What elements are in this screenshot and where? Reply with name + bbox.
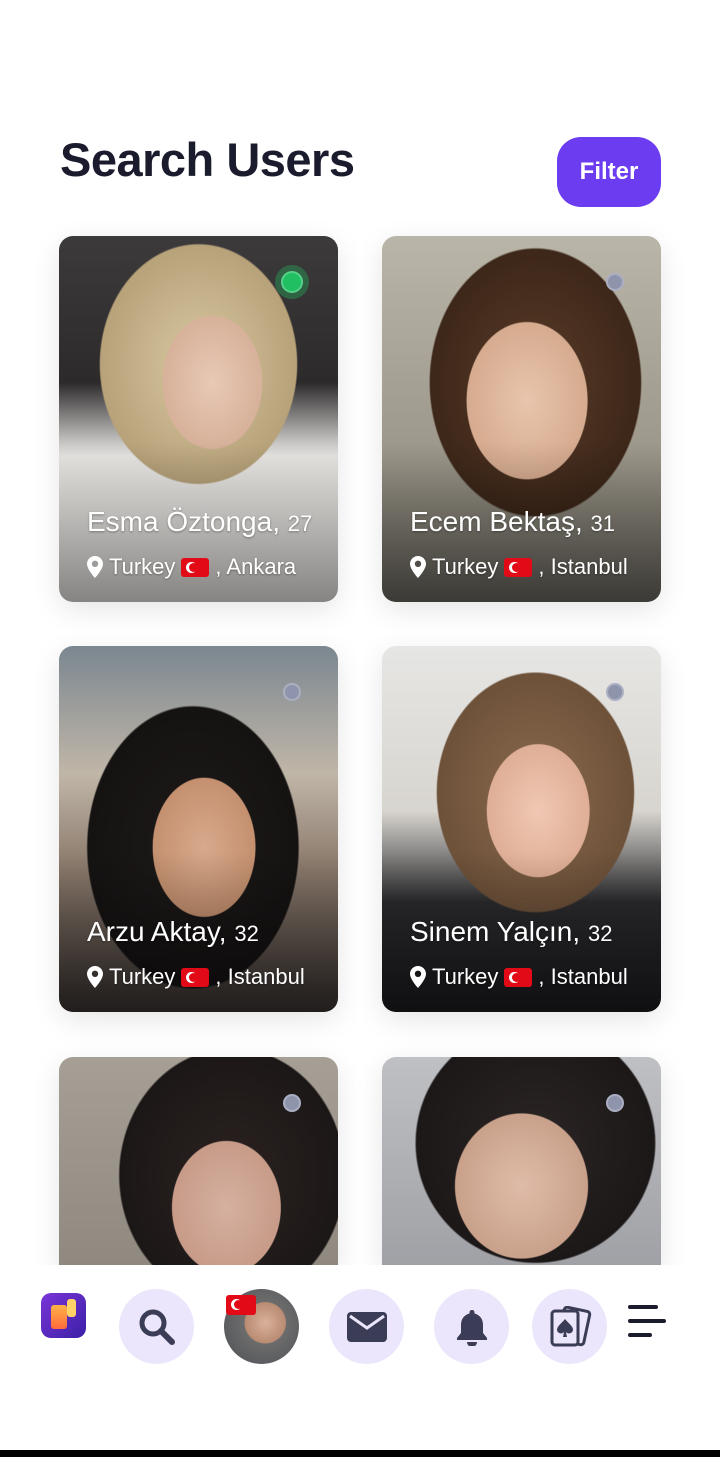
- turkey-flag-icon: [226, 1295, 256, 1315]
- user-card[interactable]: Esma Öztonga, 27 Turkey , Ankara: [59, 236, 338, 602]
- user-name: Sinem Yalçın,: [410, 916, 581, 947]
- user-city: , Istanbul: [538, 964, 628, 989]
- user-name: Arzu Aktay,: [87, 916, 227, 947]
- user-name: Esma Öztonga,: [87, 506, 280, 537]
- user-card[interactable]: Ecem Bektaş, 31 Turkey , Istanbul: [382, 236, 661, 602]
- system-navigation-bar: [0, 1450, 720, 1457]
- user-card[interactable]: [59, 1057, 338, 1272]
- search-icon: [139, 1309, 175, 1345]
- user-age: 27: [287, 511, 313, 536]
- offline-status-indicator: [283, 1094, 301, 1112]
- turkey-flag-icon: [181, 557, 210, 577]
- user-country: Turkey: [109, 964, 176, 989]
- cards-button[interactable]: [532, 1289, 607, 1364]
- filter-button[interactable]: Filter: [557, 137, 661, 207]
- cards-icon: [550, 1305, 591, 1346]
- location-pin-icon: [410, 966, 426, 988]
- user-card[interactable]: Sinem Yalçın, 32 Turkey , Istanbul: [382, 646, 661, 1012]
- user-city: , Ankara: [215, 554, 297, 579]
- user-age: 31: [590, 511, 615, 536]
- search-button[interactable]: [119, 1289, 194, 1364]
- app-logo[interactable]: [41, 1293, 86, 1338]
- mail-icon: [346, 1311, 387, 1342]
- location-pin-icon: [410, 556, 426, 578]
- user-country: Turkey: [109, 554, 176, 579]
- menu-icon[interactable]: [628, 1305, 666, 1341]
- turkey-flag-icon: [181, 967, 210, 987]
- location-pin-icon: [87, 556, 103, 578]
- user-country: Turkey: [432, 554, 499, 579]
- user-city: , Istanbul: [215, 964, 305, 989]
- user-age: 32: [234, 921, 259, 946]
- user-photo: [59, 1057, 338, 1272]
- online-status-indicator: [281, 271, 303, 293]
- turkey-flag-icon: [504, 967, 533, 987]
- profile-avatar[interactable]: [224, 1289, 299, 1364]
- location-pin-icon: [87, 966, 103, 988]
- user-photo: [382, 1057, 661, 1272]
- notifications-button[interactable]: [434, 1289, 509, 1364]
- offline-status-indicator: [606, 273, 624, 291]
- user-card[interactable]: [382, 1057, 661, 1272]
- user-country: Turkey: [432, 964, 499, 989]
- offline-status-indicator: [606, 1094, 624, 1112]
- turkey-flag-icon: [504, 557, 533, 577]
- offline-status-indicator: [283, 683, 301, 701]
- user-card[interactable]: Arzu Aktay, 32 Turkey , Istanbul: [59, 646, 338, 1012]
- user-name: Ecem Bektaş,: [410, 506, 583, 537]
- user-age: 32: [587, 921, 613, 946]
- page-title: Search Users: [60, 133, 355, 186]
- offline-status-indicator: [606, 683, 624, 701]
- user-city: , Istanbul: [538, 554, 628, 579]
- bell-icon: [456, 1309, 487, 1346]
- messages-button[interactable]: [329, 1289, 404, 1364]
